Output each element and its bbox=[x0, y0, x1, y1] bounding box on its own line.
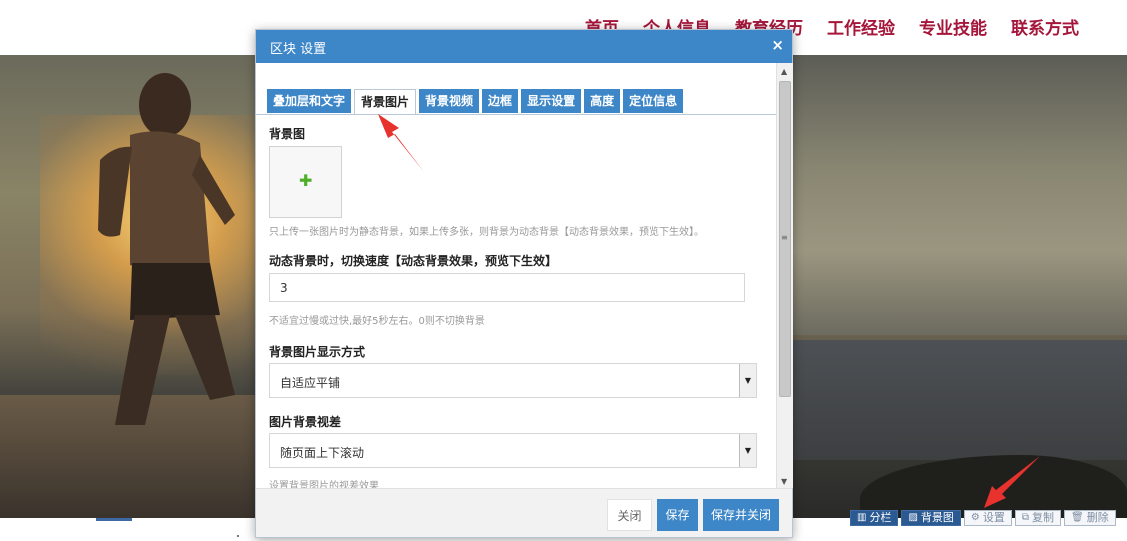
bg-image-hint: 只上传一张图片时为静态背景，如果上传多张，则背景为动态背景【动态背景效果，预览下… bbox=[269, 227, 704, 238]
dialog-scrollbar[interactable]: ▲ ≡ ▼ bbox=[776, 63, 793, 488]
trash-icon: 🗑 bbox=[1071, 512, 1084, 523]
settings-button[interactable]: ⚙ 设置 bbox=[963, 510, 1012, 526]
tab-border[interactable]: 边框 bbox=[482, 89, 519, 113]
divider-dot bbox=[237, 535, 239, 537]
nav-item-work[interactable]: 工作经验 bbox=[827, 14, 895, 39]
tab-height[interactable]: 高度 bbox=[584, 89, 621, 113]
tab-display-settings[interactable]: 显示设置 bbox=[521, 89, 582, 113]
speed-hint: 不适宜过慢或过快,最好5秒左右。0则不切换背景 bbox=[269, 316, 485, 327]
image-upload-box[interactable]: ✚ bbox=[269, 146, 342, 218]
chevron-down-icon: ▼ bbox=[739, 434, 756, 467]
display-mode-select[interactable]: 自适应平铺 ▼ bbox=[269, 363, 757, 398]
bg-image-label: 背景图 bbox=[269, 127, 306, 141]
nav-item-skills[interactable]: 专业技能 bbox=[919, 14, 987, 39]
dialog-title: 区块 设置 bbox=[270, 42, 327, 57]
scroll-grip-icon: ≡ bbox=[781, 233, 788, 242]
copy-label: 复制 bbox=[1032, 511, 1055, 524]
settings-label: 设置 bbox=[982, 511, 1005, 524]
scroll-down-icon[interactable]: ▼ bbox=[781, 477, 787, 486]
nav-item-contact[interactable]: 联系方式 bbox=[1011, 14, 1079, 39]
block-settings-dialog: 区块 设置 × 叠加层和文字 背景图片 背景视频 边框 显示设置 高度 定位信息… bbox=[255, 29, 793, 538]
save-and-close-button[interactable]: 保存并关闭 bbox=[703, 499, 779, 531]
runner-silhouette bbox=[98, 73, 235, 425]
plus-icon: ✚ bbox=[299, 171, 313, 190]
background-image-button[interactable]: ▨ 背景图 bbox=[901, 510, 961, 526]
dialog-body: 叠加层和文字 背景图片 背景视频 边框 显示设置 高度 定位信息 背景图 ✚ 只… bbox=[256, 63, 776, 488]
columns-button[interactable]: ▥ 分栏 bbox=[850, 510, 899, 526]
cloudy-sky bbox=[780, 55, 1127, 335]
parallax-hint: 设置背景图片的视差效果 bbox=[269, 481, 379, 488]
display-mode-label: 背景图片显示方式 bbox=[269, 345, 366, 359]
delete-label: 删除 bbox=[1086, 511, 1109, 524]
sea-horizon bbox=[780, 340, 1127, 460]
dialog-footer: 关闭 保存 保存并关闭 bbox=[256, 488, 792, 537]
gear-icon: ⚙ bbox=[970, 512, 980, 523]
tab-bar: 叠加层和文字 背景图片 背景视频 边框 显示设置 高度 定位信息 bbox=[267, 89, 684, 115]
dialog-header: 区块 设置 × bbox=[256, 30, 792, 63]
close-icon[interactable]: × bbox=[771, 36, 784, 54]
speed-label: 动态背景时，切换速度【动态背景效果，预览下生效】 bbox=[269, 254, 558, 268]
columns-label: 分栏 bbox=[869, 511, 892, 524]
block-toolbar: ▥ 分栏 ▨ 背景图 ⚙ 设置 ⧉ 复制 🗑 删除 bbox=[850, 510, 1116, 526]
copy-icon: ⧉ bbox=[1021, 512, 1030, 523]
image-icon: ▨ bbox=[908, 512, 918, 523]
parallax-label: 图片背景视差 bbox=[269, 415, 342, 429]
page: 首页 个人信息 教育经历 工作经验 专业技能 联系方式 ▥ 分栏 bbox=[0, 0, 1127, 541]
dark-rocks bbox=[860, 455, 1127, 518]
tab-divider bbox=[256, 114, 776, 115]
section-indicator bbox=[96, 518, 132, 521]
columns-icon: ▥ bbox=[857, 512, 867, 523]
tab-position-info[interactable]: 定位信息 bbox=[623, 89, 684, 113]
tab-background-image[interactable]: 背景图片 bbox=[354, 89, 417, 115]
tab-background-video[interactable]: 背景视频 bbox=[419, 89, 480, 113]
save-button[interactable]: 保存 bbox=[657, 499, 698, 531]
parallax-select[interactable]: 随页面上下滚动 ▼ bbox=[269, 433, 757, 468]
parallax-value: 随页面上下滚动 bbox=[280, 446, 365, 460]
scroll-up-icon[interactable]: ▲ bbox=[781, 67, 787, 76]
tab-overlay-text[interactable]: 叠加层和文字 bbox=[267, 89, 352, 113]
close-button[interactable]: 关闭 bbox=[607, 499, 652, 531]
display-mode-value: 自适应平铺 bbox=[280, 376, 341, 390]
background-image-label: 背景图 bbox=[920, 511, 954, 524]
speed-input[interactable]: 3 bbox=[269, 273, 745, 302]
delete-button[interactable]: 🗑 删除 bbox=[1064, 510, 1116, 526]
copy-button[interactable]: ⧉ 复制 bbox=[1014, 510, 1062, 526]
chevron-down-icon: ▼ bbox=[739, 364, 756, 397]
